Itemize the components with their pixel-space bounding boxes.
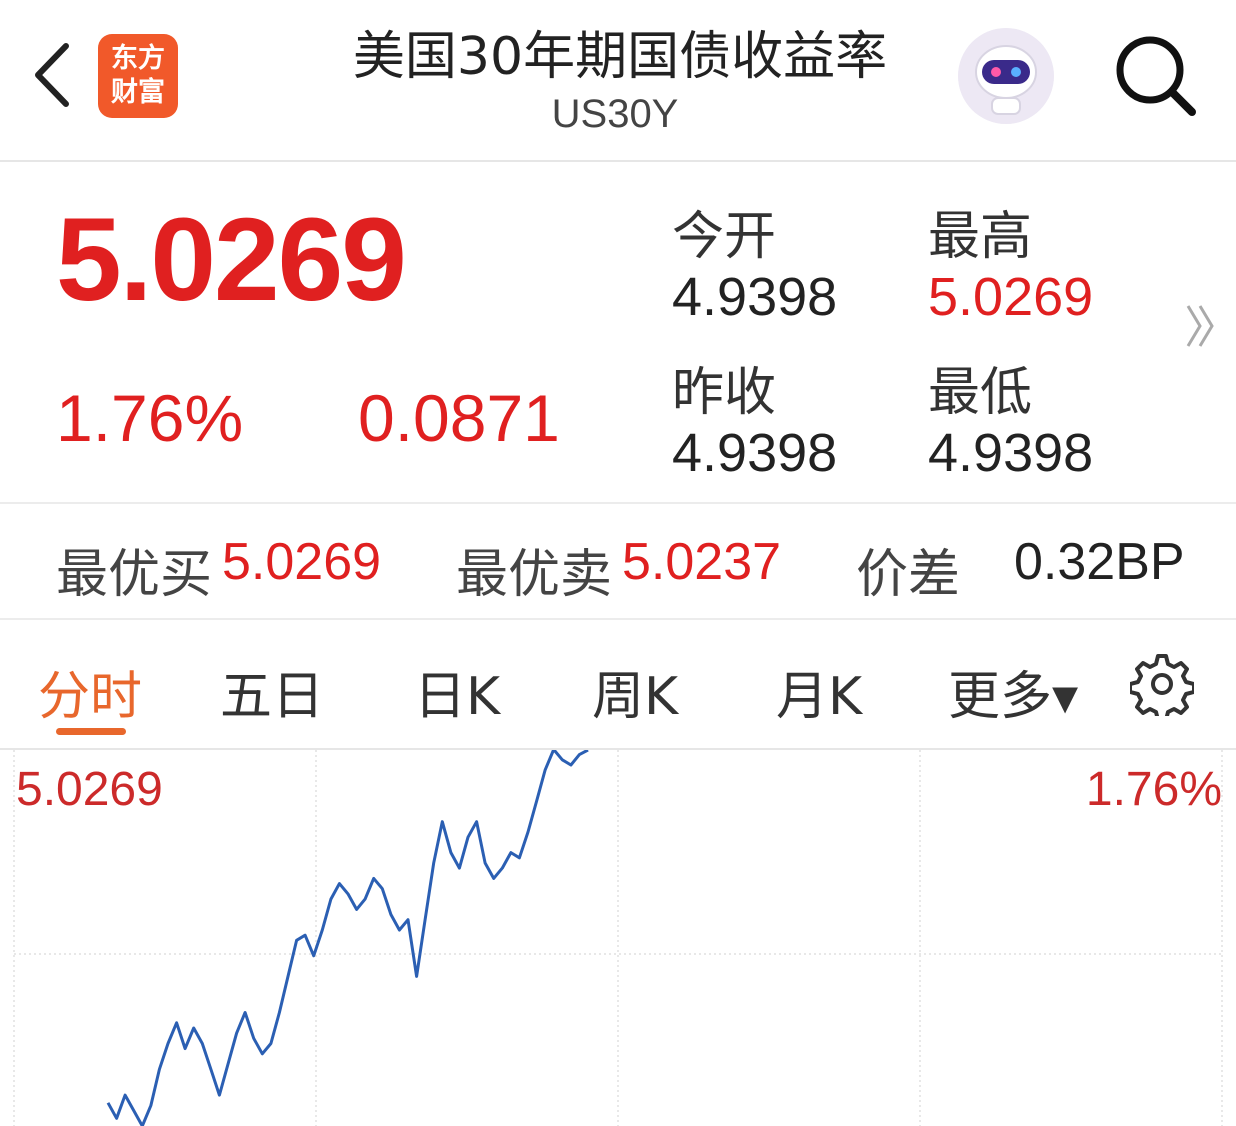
tab-more[interactable]: 更多▾ [948, 654, 1078, 729]
tab-weekly-k[interactable]: 周K [592, 654, 678, 729]
change-percent: 1.76% [56, 381, 244, 455]
best-bid-label: 最优买 [56, 545, 213, 605]
high-value: 5.0269 [928, 267, 1094, 327]
change-amount: 0.0871 [358, 381, 560, 455]
prev-close-label: 昨收 [672, 363, 777, 423]
chart-period-tabs: 分时 五日 日K 周K 月K 更多▾ [0, 620, 1236, 750]
order-book-row: 最优买 5.0269 最优卖 5.0237 价差 0.32BP [0, 504, 1236, 618]
gear-icon[interactable] [1130, 652, 1194, 716]
tab-monthly-k[interactable]: 月K [776, 654, 862, 729]
last-price: 5.0269 [56, 194, 407, 326]
open-label: 今开 [672, 207, 777, 267]
intraday-line-chart [13, 750, 1223, 1126]
open-value: 4.9398 [672, 267, 838, 327]
top-bar: 东方 财富 美国30年期国债收益率 US30Y [0, 0, 1236, 162]
best-ask-label: 最优卖 [456, 545, 613, 605]
active-tab-indicator [56, 728, 126, 735]
search-icon[interactable] [1112, 32, 1198, 118]
logo-text-line2: 财富 [111, 77, 165, 108]
eastmoney-logo[interactable]: 东方 财富 [98, 34, 178, 118]
tab-intraday[interactable]: 分时 [38, 654, 142, 729]
back-chevron-icon[interactable] [30, 40, 80, 110]
ticker-symbol: US30Y [551, 92, 679, 136]
spread-label: 价差 [856, 545, 961, 605]
page-title: 美国30年期国债收益率 [352, 27, 888, 87]
prev-close-value: 4.9398 [672, 423, 838, 483]
high-label: 最高 [928, 207, 1033, 267]
low-label: 最低 [928, 363, 1033, 423]
logo-text-line1: 东方 [111, 43, 165, 74]
tab-five-day[interactable]: 五日 [220, 654, 324, 729]
yield-series-line [106, 750, 589, 1126]
intraday-chart[interactable]: 5.0269 1.76% [0, 750, 1236, 1126]
spread-value: 0.32BP [1014, 533, 1185, 591]
low-value: 4.9398 [928, 423, 1094, 483]
best-bid-value: 5.0269 [222, 533, 382, 591]
quote-panel: 5.0269 1.76% 0.0871 今开 4.9398 最高 5.0269 … [0, 162, 1236, 502]
y-axis-max-pct-label: 1.76% [1085, 763, 1222, 816]
best-ask-value: 5.0237 [622, 533, 782, 591]
robot-assistant-avatar[interactable] [958, 28, 1054, 124]
double-chevron-right-icon[interactable] [1184, 302, 1218, 350]
tab-daily-k[interactable]: 日K [414, 654, 500, 729]
y-axis-max-label: 5.0269 [16, 763, 163, 816]
